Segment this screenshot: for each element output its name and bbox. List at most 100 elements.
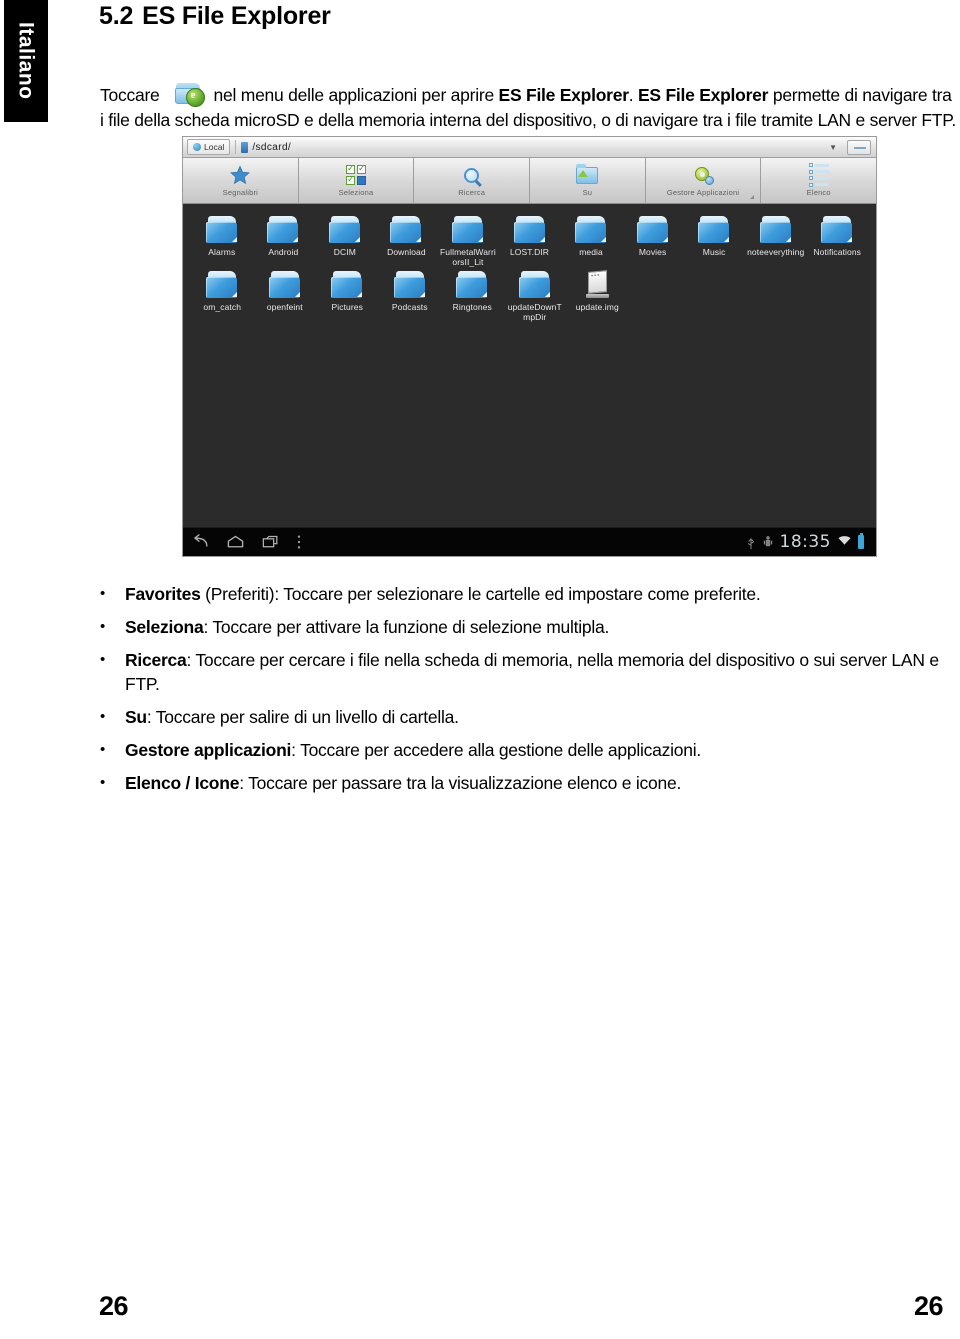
folder-icon bbox=[328, 216, 362, 244]
feature-list: • Favorites (Preferiti): Toccare per sel… bbox=[100, 582, 956, 804]
folder-item[interactable]: Podcasts bbox=[379, 271, 442, 322]
chevron-down-icon[interactable]: ▼ bbox=[829, 143, 837, 152]
path-input[interactable]: /sdcard/ bbox=[252, 142, 291, 153]
folder-item[interactable]: noteeverything bbox=[745, 216, 807, 267]
list-view-icon bbox=[808, 162, 829, 188]
intro-text-2: nel menu delle applicazioni per aprire bbox=[213, 84, 499, 105]
folder-item[interactable]: media bbox=[560, 216, 622, 267]
list-item-desc: : Toccare per salire di un livello di ca… bbox=[146, 707, 459, 727]
es-toolbar: Segnalibri Seleziona Ricerca Su bbox=[183, 158, 876, 204]
file-label: Android bbox=[268, 247, 299, 257]
list-item-desc: (Preferiti): Toccare per selezionare le … bbox=[200, 584, 761, 604]
folder-item[interactable]: LOST.DIR bbox=[499, 216, 561, 267]
toolbar-button-bookmarks[interactable]: Segnalibri bbox=[183, 158, 299, 203]
folder-item[interactable]: om_catch bbox=[191, 271, 254, 322]
es-file-explorer-icon: e bbox=[174, 80, 208, 108]
folder-icon bbox=[820, 216, 854, 244]
list-item-term: Elenco / Icone bbox=[125, 773, 240, 793]
folder-item[interactable]: updateDownTmpDir bbox=[504, 271, 567, 322]
address-divider bbox=[235, 140, 237, 154]
intro-bold-2: ES File Explorer bbox=[638, 84, 769, 105]
folder-item[interactable]: Movies bbox=[622, 216, 684, 267]
wifi-icon bbox=[838, 535, 851, 549]
folder-icon bbox=[636, 216, 670, 244]
folder-icon bbox=[451, 216, 485, 244]
folder-icon bbox=[205, 271, 239, 299]
back-icon[interactable] bbox=[191, 534, 210, 550]
toolbar-button-list-view[interactable]: Elenco bbox=[761, 158, 876, 203]
address-bar: Local /sdcard/ ▼ bbox=[183, 137, 876, 158]
folder-icon bbox=[266, 216, 300, 244]
intro-text-1: Toccare bbox=[100, 84, 160, 105]
file-item[interactable]: update.img bbox=[566, 270, 629, 322]
file-label: Pictures bbox=[331, 302, 363, 312]
list-item-term: Su bbox=[125, 707, 147, 727]
up-folder-icon bbox=[576, 162, 599, 188]
toolbar-corner-marker bbox=[750, 195, 755, 199]
toolbar-label-search: Ricerca bbox=[458, 188, 486, 197]
list-item: • Favorites (Preferiti): Toccare per sel… bbox=[100, 582, 956, 606]
toolbar-label-bookmarks: Segnalibri bbox=[222, 188, 259, 197]
list-item: • Elenco / Icone: Toccare per passare tr… bbox=[100, 771, 956, 795]
section-number: 5.2 bbox=[99, 2, 134, 30]
folder-item[interactable]: openfeint bbox=[254, 271, 317, 322]
intro-bold-1: ES File Explorer bbox=[498, 84, 629, 105]
toolbar-button-up[interactable]: Su bbox=[530, 158, 646, 203]
globe-icon bbox=[193, 143, 201, 151]
folder-item[interactable]: Alarms bbox=[191, 216, 253, 267]
section-title: ES File Explorer bbox=[142, 2, 331, 30]
toolbar-button-select[interactable]: Seleziona bbox=[299, 158, 415, 203]
folder-item[interactable]: Android bbox=[253, 216, 315, 267]
folder-item[interactable]: Download bbox=[376, 216, 438, 267]
android-debug-icon bbox=[763, 535, 773, 550]
toolbar-button-search[interactable]: Ricerca bbox=[414, 158, 531, 203]
folder-item[interactable]: Ringtones bbox=[441, 271, 504, 322]
toolbar-button-app-manager[interactable]: Gestore Applicazioni bbox=[646, 158, 762, 203]
multi-select-icon bbox=[346, 162, 366, 188]
search-icon bbox=[464, 162, 480, 188]
file-label: Music bbox=[702, 247, 726, 257]
folder-icon bbox=[513, 216, 547, 244]
folder-item[interactable]: DCIM bbox=[314, 216, 376, 267]
folder-icon bbox=[330, 271, 364, 299]
folder-icon bbox=[268, 271, 302, 299]
android-navigation-bar: 18:35 bbox=[183, 527, 876, 556]
folder-icon bbox=[393, 271, 427, 299]
folder-icon bbox=[455, 271, 489, 299]
page-number-left: 26 bbox=[99, 1291, 129, 1321]
overflow-menu-icon[interactable] bbox=[296, 534, 302, 550]
sdcard-icon bbox=[241, 141, 249, 153]
folder-item[interactable]: Notifications bbox=[806, 216, 868, 267]
folder-icon bbox=[574, 216, 608, 244]
list-item: • Ricerca: Toccare per cercare i file ne… bbox=[100, 648, 956, 696]
file-label: Download bbox=[387, 247, 426, 257]
list-item-desc: : Toccare per attivare la funzione di se… bbox=[203, 617, 610, 637]
list-item: • Gestore applicazioni: Toccare per acce… bbox=[100, 738, 956, 762]
folder-item[interactable]: Music bbox=[683, 216, 745, 267]
minimize-icon[interactable] bbox=[847, 139, 871, 155]
bullet-marker: • bbox=[100, 585, 106, 602]
usb-icon bbox=[746, 535, 756, 550]
battery-icon bbox=[858, 533, 864, 549]
folder-item[interactable]: FullmetalWarriorsII_Lit bbox=[437, 216, 499, 267]
file-label: DCIM bbox=[333, 247, 356, 257]
folder-item[interactable]: Pictures bbox=[316, 271, 379, 322]
page-title: 5.2 ES File Explorer bbox=[99, 2, 331, 31]
home-icon[interactable] bbox=[226, 534, 245, 550]
list-item-desc: : Toccare per cercare i file nella sched… bbox=[125, 650, 939, 694]
file-label: Ringtones bbox=[452, 302, 492, 312]
language-tab: Italiano bbox=[4, 0, 48, 122]
file-grid: Alarms Android DCIM Download FullmetalWarrio… bbox=[183, 204, 876, 326]
file-label: noteeverything bbox=[747, 247, 805, 257]
file-label: FullmetalWarriorsII_Lit bbox=[440, 247, 496, 267]
page-number-right: 26 bbox=[913, 1291, 944, 1321]
file-label: LOST.DIR bbox=[509, 247, 550, 257]
toolbar-label-up: Su bbox=[582, 188, 593, 197]
folder-icon bbox=[759, 216, 793, 244]
file-label: Movies bbox=[638, 247, 667, 257]
toolbar-label-app-manager: Gestore Applicazioni bbox=[666, 188, 740, 197]
recent-apps-icon[interactable] bbox=[261, 534, 280, 550]
list-item-term: Ricerca bbox=[125, 650, 187, 670]
list-item-term: Favorites bbox=[125, 584, 201, 604]
local-button[interactable]: Local bbox=[187, 139, 231, 155]
